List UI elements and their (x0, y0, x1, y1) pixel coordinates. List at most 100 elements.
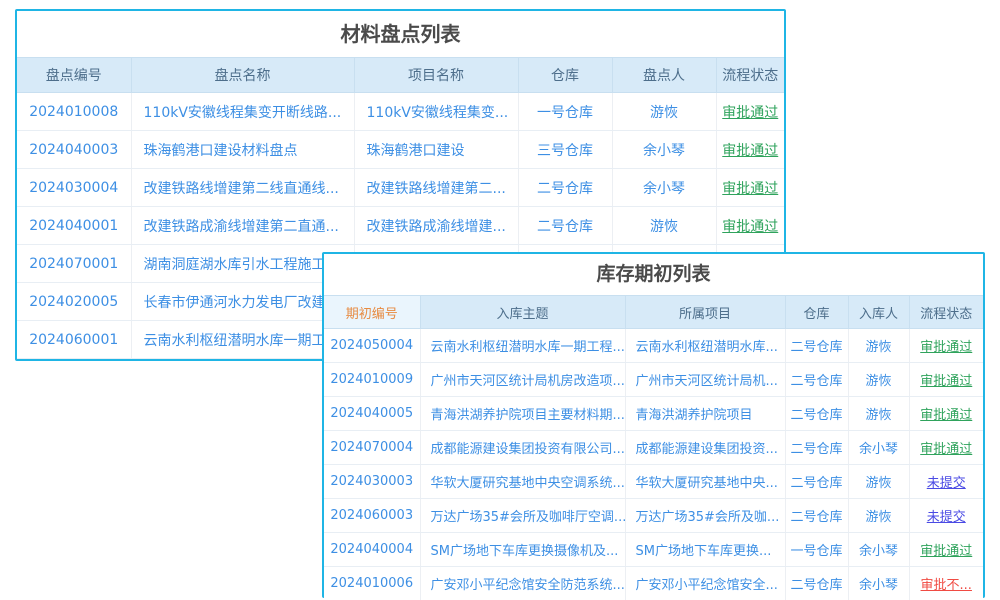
status-cell[interactable]: 审批通过 (909, 397, 983, 431)
name-cell: 珠海鹤港口建设材料盘点 (131, 131, 354, 169)
warehouse-cell: 二号仓库 (785, 397, 848, 431)
column-header-2[interactable]: 项目名称 (354, 58, 518, 93)
initial-stock-table-head: 期初编号入库主题所属项目仓库入库人流程状态 (324, 296, 983, 329)
person-cell: 余小琴 (848, 431, 909, 465)
status-cell[interactable]: 审批通过 (716, 93, 784, 131)
table-row[interactable]: 2024010006广安邓小平纪念馆安全防范系统...广安邓小平纪念馆安全...… (324, 567, 983, 600)
table-row[interactable]: 2024030003华软大厦研究基地中央空调系统...华软大厦研究基地中央...… (324, 465, 983, 499)
id-cell[interactable]: 2024070001 (17, 245, 131, 283)
warehouse-cell: 二号仓库 (785, 567, 848, 600)
table-row[interactable]: 2024010009广州市天河区统计局机房改造项...广州市天河区统计局机...… (324, 363, 983, 397)
warehouse-cell: 二号仓库 (785, 329, 848, 363)
table-row[interactable]: 2024070004成都能源建设集团投资有限公司...成都能源建设集团投资...… (324, 431, 983, 465)
id-cell[interactable]: 2024050004 (324, 329, 420, 363)
column-header-5[interactable]: 流程状态 (716, 58, 784, 93)
column-header-1[interactable]: 入库主题 (420, 296, 625, 329)
person-cell: 余小琴 (612, 131, 716, 169)
column-header-0[interactable]: 期初编号 (324, 296, 420, 329)
person-cell: 游恢 (848, 397, 909, 431)
person-cell: 余小琴 (848, 567, 909, 600)
project-cell: 110kV安徽线程集变... (354, 93, 518, 131)
status-cell[interactable]: 审批通过 (909, 431, 983, 465)
id-cell[interactable]: 2024040005 (324, 397, 420, 431)
name-cell: 云南水利枢纽潜明水库一期工程... (420, 329, 625, 363)
warehouse-cell: 三号仓库 (518, 131, 612, 169)
status-cell[interactable]: 审批通过 (909, 363, 983, 397)
id-cell[interactable]: 2024040001 (17, 207, 131, 245)
status-cell[interactable]: 审批通过 (909, 533, 983, 567)
column-header-3[interactable]: 仓库 (785, 296, 848, 329)
status-cell[interactable]: 审批通过 (716, 169, 784, 207)
id-cell[interactable]: 2024040003 (17, 131, 131, 169)
status-cell[interactable]: 未提交 (909, 465, 983, 499)
id-cell[interactable]: 2024020005 (17, 283, 131, 321)
name-cell: 广州市天河区统计局机房改造项... (420, 363, 625, 397)
warehouse-cell: 二号仓库 (518, 207, 612, 245)
table-row[interactable]: 2024010008110kV安徽线程集变开断线路...110kV安徽线程集变.… (17, 93, 784, 131)
id-cell[interactable]: 2024060001 (17, 321, 131, 359)
id-cell[interactable]: 2024060003 (324, 499, 420, 533)
person-cell: 游恢 (848, 363, 909, 397)
name-cell: 成都能源建设集团投资有限公司... (420, 431, 625, 465)
id-cell[interactable]: 2024040004 (324, 533, 420, 567)
initial-stock-title: 库存期初列表 (324, 254, 983, 295)
column-header-4[interactable]: 入库人 (848, 296, 909, 329)
column-header-1[interactable]: 盘点名称 (131, 58, 354, 93)
warehouse-cell: 二号仓库 (785, 431, 848, 465)
column-header-0[interactable]: 盘点编号 (17, 58, 131, 93)
column-header-3[interactable]: 仓库 (518, 58, 612, 93)
name-cell: 改建铁路成渝线增建第二直通... (131, 207, 354, 245)
status-cell[interactable]: 审批通过 (716, 131, 784, 169)
project-cell: 华软大厦研究基地中央... (625, 465, 785, 499)
table-row[interactable]: 2024040003珠海鹤港口建设材料盘点珠海鹤港口建设三号仓库余小琴审批通过 (17, 131, 784, 169)
column-header-5[interactable]: 流程状态 (909, 296, 983, 329)
person-cell: 游恢 (848, 465, 909, 499)
name-cell: 湖南洞庭湖水库引水工程施工... (131, 245, 354, 283)
id-cell[interactable]: 2024010006 (324, 567, 420, 600)
project-cell: 珠海鹤港口建设 (354, 131, 518, 169)
id-cell[interactable]: 2024030004 (17, 169, 131, 207)
initial-stock-table-body: 2024050004云南水利枢纽潜明水库一期工程...云南水利枢纽潜明水库...… (324, 329, 983, 600)
column-header-2[interactable]: 所属项目 (625, 296, 785, 329)
table-row[interactable]: 2024040004SM广场地下车库更换摄像机及...SM广场地下车库更换...… (324, 533, 983, 567)
person-cell: 游恢 (612, 207, 716, 245)
project-cell: SM广场地下车库更换... (625, 533, 785, 567)
project-cell: 改建铁路成渝线增建... (354, 207, 518, 245)
column-header-4[interactable]: 盘点人 (612, 58, 716, 93)
status-cell[interactable]: 未提交 (909, 499, 983, 533)
initial-stock-table: 期初编号入库主题所属项目仓库入库人流程状态 2024050004云南水利枢纽潜明… (324, 295, 983, 600)
warehouse-cell: 一号仓库 (785, 533, 848, 567)
table-row[interactable]: 2024060003万达广场35#会所及咖啡厅空调...万达广场35#会所及咖.… (324, 499, 983, 533)
status-cell[interactable]: 审批通过 (716, 207, 784, 245)
id-cell[interactable]: 2024010008 (17, 93, 131, 131)
material-inventory-title: 材料盘点列表 (17, 11, 784, 57)
project-cell: 云南水利枢纽潜明水库... (625, 329, 785, 363)
name-cell: 长春市伊通河水力发电厂改建... (131, 283, 354, 321)
table-row[interactable]: 2024040005青海洪湖养护院项目主要材料期...青海洪湖养护院项目二号仓库… (324, 397, 983, 431)
warehouse-cell: 二号仓库 (785, 465, 848, 499)
name-cell: 改建铁路线增建第二线直通线... (131, 169, 354, 207)
warehouse-cell: 二号仓库 (518, 169, 612, 207)
name-cell: 华软大厦研究基地中央空调系统... (420, 465, 625, 499)
status-cell[interactable]: 审批不... (909, 567, 983, 600)
id-cell[interactable]: 2024070004 (324, 431, 420, 465)
id-cell[interactable]: 2024010009 (324, 363, 420, 397)
name-cell: 广安邓小平纪念馆安全防范系统... (420, 567, 625, 600)
status-cell[interactable]: 审批通过 (909, 329, 983, 363)
project-cell: 广安邓小平纪念馆安全... (625, 567, 785, 600)
name-cell: 青海洪湖养护院项目主要材料期... (420, 397, 625, 431)
header-row: 盘点编号盘点名称项目名称仓库盘点人流程状态 (17, 58, 784, 93)
project-cell: 成都能源建设集团投资... (625, 431, 785, 465)
id-cell[interactable]: 2024030003 (324, 465, 420, 499)
person-cell: 游恢 (612, 93, 716, 131)
table-row[interactable]: 2024040001改建铁路成渝线增建第二直通...改建铁路成渝线增建...二号… (17, 207, 784, 245)
table-row[interactable]: 2024050004云南水利枢纽潜明水库一期工程...云南水利枢纽潜明水库...… (324, 329, 983, 363)
name-cell: 万达广场35#会所及咖啡厅空调... (420, 499, 625, 533)
table-row[interactable]: 2024030004改建铁路线增建第二线直通线...改建铁路线增建第二...二号… (17, 169, 784, 207)
project-cell: 广州市天河区统计局机... (625, 363, 785, 397)
name-cell: 110kV安徽线程集变开断线路... (131, 93, 354, 131)
name-cell: 云南水利枢纽潜明水库一期工... (131, 321, 354, 359)
person-cell: 游恢 (848, 499, 909, 533)
warehouse-cell: 二号仓库 (785, 499, 848, 533)
initial-stock-window: 库存期初列表 期初编号入库主题所属项目仓库入库人流程状态 2024050004云… (322, 252, 985, 598)
